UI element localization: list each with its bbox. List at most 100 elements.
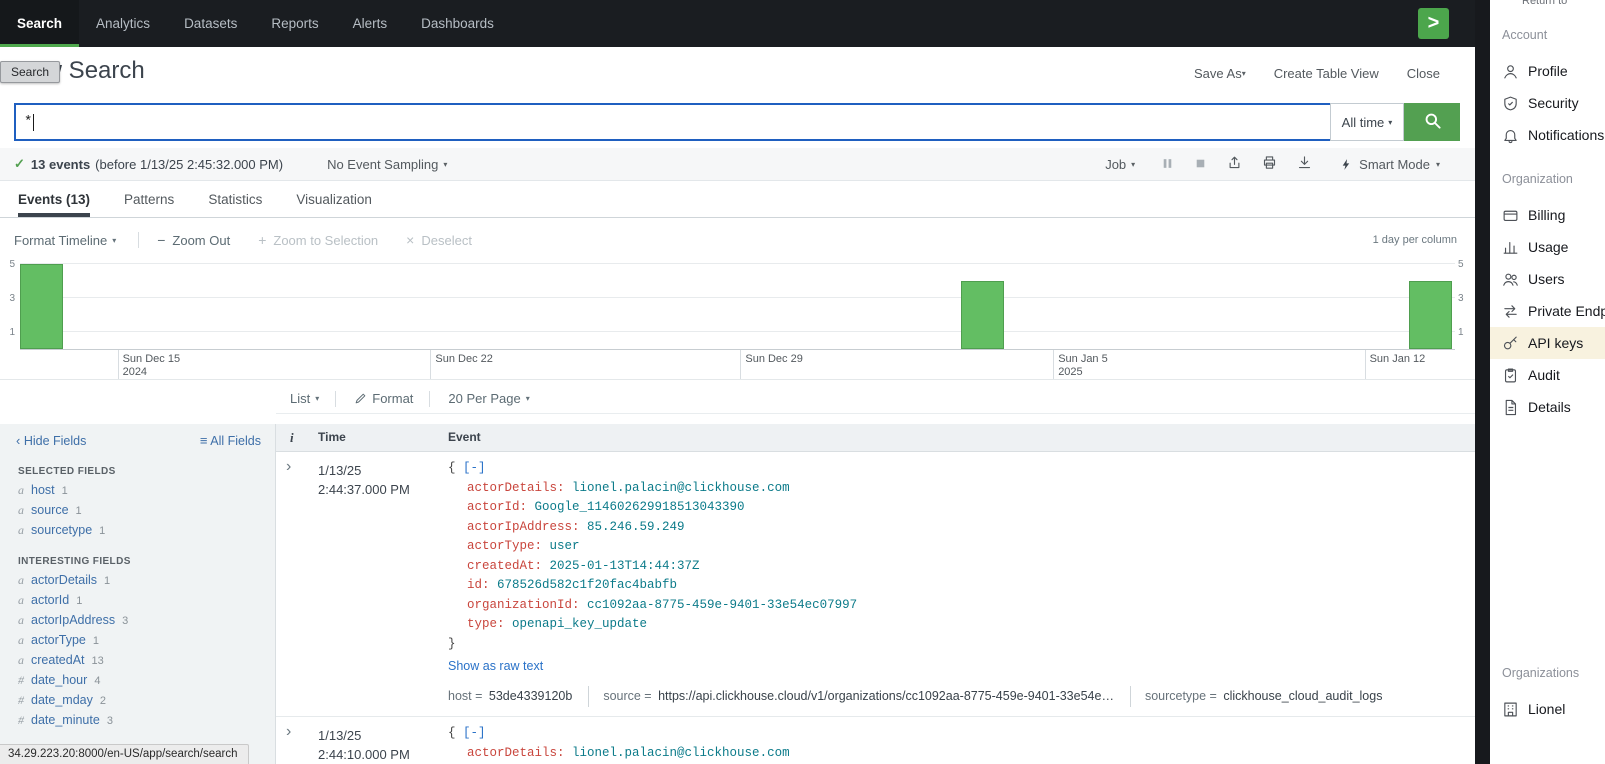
- create-table-view-button[interactable]: Create Table View: [1274, 66, 1379, 81]
- json-key[interactable]: actorIpAddress:: [467, 520, 580, 534]
- billing-icon: [1502, 207, 1519, 224]
- json-value[interactable]: openapi_key_update: [505, 617, 648, 631]
- field-link[interactable]: actorDetails: [31, 573, 97, 587]
- job-menu[interactable]: Job ▾: [1105, 157, 1135, 172]
- json-value[interactable]: lionel.palacin@clickhouse.com: [565, 481, 790, 495]
- json-value[interactable]: 678526d582c1f20fac4babfb: [490, 578, 678, 592]
- json-value[interactable]: Google_114602629918513043390: [527, 500, 745, 514]
- stop-icon[interactable]: [1194, 157, 1207, 170]
- field-type: a: [18, 593, 24, 608]
- nav-item-analytics[interactable]: Analytics: [79, 0, 167, 47]
- splunk-search-window: SearchAnalyticsDatasetsReportsAlertsDash…: [0, 0, 1475, 764]
- panel-item-billing[interactable]: Billing: [1490, 199, 1605, 231]
- download-icon[interactable]: [1297, 155, 1312, 170]
- all-fields-button[interactable]: ≡ All Fields: [200, 433, 261, 448]
- json-value[interactable]: lionel.palacin@clickhouse.com: [565, 746, 790, 760]
- meta-host[interactable]: host = 53de4339120b: [448, 686, 588, 708]
- job-status-bar: ✓ 13 events (before 1/13/25 2:45:32.000 …: [0, 148, 1475, 181]
- json-value[interactable]: user: [542, 539, 580, 553]
- nav-item-reports[interactable]: Reports: [254, 0, 335, 47]
- json-value[interactable]: cc1092aa-8775-459e-9401-33e54ec07997: [580, 598, 858, 612]
- panel-item-users[interactable]: Users: [1490, 263, 1605, 295]
- field-link[interactable]: sourcetype: [31, 523, 92, 537]
- nav-item-datasets[interactable]: Datasets: [167, 0, 254, 47]
- show-raw-link[interactable]: Show as raw text: [448, 657, 1475, 677]
- zoom-out-button[interactable]: − Zoom Out: [157, 232, 230, 248]
- json-key[interactable]: actorDetails:: [467, 481, 565, 495]
- nav-item-dashboards[interactable]: Dashboards: [404, 0, 511, 47]
- field-row-sourcetype: asourcetype1: [0, 520, 275, 540]
- list-view-dropdown[interactable]: List ▾: [290, 391, 319, 406]
- panel-item-usage[interactable]: Usage: [1490, 231, 1605, 263]
- panel-item-profile[interactable]: Profile: [1490, 55, 1605, 87]
- event-timestamp[interactable]: 1/13/252:44:10.000 PM: [318, 726, 410, 764]
- json-key[interactable]: actorDetails:: [467, 746, 565, 760]
- field-link[interactable]: actorId: [31, 593, 69, 607]
- timeline-bar[interactable]: [961, 281, 1004, 349]
- field-type: #: [18, 693, 24, 708]
- collapse-json-link[interactable]: [-]: [463, 461, 486, 475]
- json-value[interactable]: 85.246.59.249: [580, 520, 685, 534]
- panel-item-security[interactable]: Security: [1490, 87, 1605, 119]
- save-as-button[interactable]: Save As ▾: [1194, 66, 1246, 81]
- search-button[interactable]: [1404, 103, 1460, 141]
- per-page-dropdown[interactable]: 20 Per Page ▾: [448, 391, 529, 406]
- event-timestamp[interactable]: 1/13/252:44:37.000 PM: [318, 461, 410, 499]
- json-key[interactable]: actorId:: [467, 500, 527, 514]
- screen: SearchAnalyticsDatasetsReportsAlertsDash…: [0, 0, 1605, 764]
- tab-patterns[interactable]: Patterns: [124, 186, 174, 217]
- json-key[interactable]: type:: [467, 617, 505, 631]
- splunk-logo-icon[interactable]: >: [1418, 8, 1449, 39]
- expand-chevron-icon[interactable]: ›: [286, 458, 291, 476]
- json-key[interactable]: actorType:: [467, 539, 542, 553]
- selected-fields-header: SELECTED FIELDS: [18, 466, 275, 477]
- meta-source[interactable]: source = https://api.clickhouse.cloud/v1…: [588, 686, 1130, 708]
- json-key[interactable]: organizationId:: [467, 598, 580, 612]
- timeline-bar[interactable]: [20, 264, 63, 349]
- print-icon[interactable]: [1262, 155, 1277, 170]
- field-link[interactable]: actorIpAddress: [31, 613, 115, 627]
- field-link[interactable]: source: [31, 503, 69, 517]
- search-input[interactable]: *: [14, 103, 1338, 141]
- format-timeline-dropdown[interactable]: Format Timeline ▾: [14, 233, 116, 248]
- field-count: 3: [107, 715, 113, 727]
- y-axis-label: 1: [1458, 327, 1464, 338]
- collapse-json-link[interactable]: [-]: [463, 726, 486, 740]
- meta-sourcetype[interactable]: sourcetype = clickhouse_cloud_audit_logs: [1130, 686, 1399, 708]
- return-link[interactable]: Return to: [1522, 0, 1567, 7]
- panel-item-notifications[interactable]: Notifications: [1490, 119, 1605, 151]
- field-link[interactable]: date_hour: [31, 673, 87, 687]
- field-link[interactable]: actorType: [31, 633, 86, 647]
- panel-item-private-endpoints[interactable]: Private Endpoints: [1490, 295, 1605, 327]
- format-results-button[interactable]: Format: [354, 391, 413, 406]
- expand-chevron-icon[interactable]: ›: [286, 723, 291, 741]
- tab-events-13[interactable]: Events (13): [18, 186, 90, 217]
- field-link[interactable]: createdAt: [31, 653, 85, 667]
- zoom-to-selection-button[interactable]: + Zoom to Selection: [258, 232, 378, 248]
- share-icon[interactable]: [1227, 155, 1242, 170]
- check-icon: ✓: [14, 156, 25, 172]
- nav-item-alerts[interactable]: Alerts: [336, 0, 405, 47]
- field-link[interactable]: host: [31, 483, 55, 497]
- event-sampling-dropdown[interactable]: No Event Sampling ▾: [327, 157, 447, 172]
- panel-item-api-keys[interactable]: API keys: [1490, 327, 1605, 359]
- tab-statistics[interactable]: Statistics: [208, 186, 262, 217]
- search-mode-dropdown[interactable]: Smart Mode ▾: [1340, 157, 1440, 172]
- panel-item-audit[interactable]: Audit: [1490, 359, 1605, 391]
- tab-visualization[interactable]: Visualization: [296, 186, 372, 217]
- nav-item-search[interactable]: Search: [0, 0, 79, 47]
- field-type: a: [18, 523, 24, 538]
- json-key[interactable]: createdAt:: [467, 559, 542, 573]
- field-link[interactable]: date_mday: [31, 693, 93, 707]
- panel-item-details[interactable]: Details: [1490, 391, 1605, 423]
- json-key[interactable]: id:: [467, 578, 490, 592]
- deselect-button[interactable]: × Deselect: [406, 232, 472, 248]
- hide-fields-button[interactable]: ‹ Hide Fields: [16, 433, 86, 448]
- pause-icon[interactable]: [1161, 157, 1174, 170]
- timeline-bar[interactable]: [1409, 281, 1452, 349]
- json-value[interactable]: 2025-01-13T14:44:37Z: [542, 559, 700, 573]
- close-button[interactable]: Close: [1407, 66, 1440, 81]
- field-link[interactable]: date_minute: [31, 713, 100, 727]
- time-range-picker[interactable]: All time ▾: [1330, 103, 1404, 141]
- panel-item-lionel[interactable]: Lionel: [1490, 693, 1605, 725]
